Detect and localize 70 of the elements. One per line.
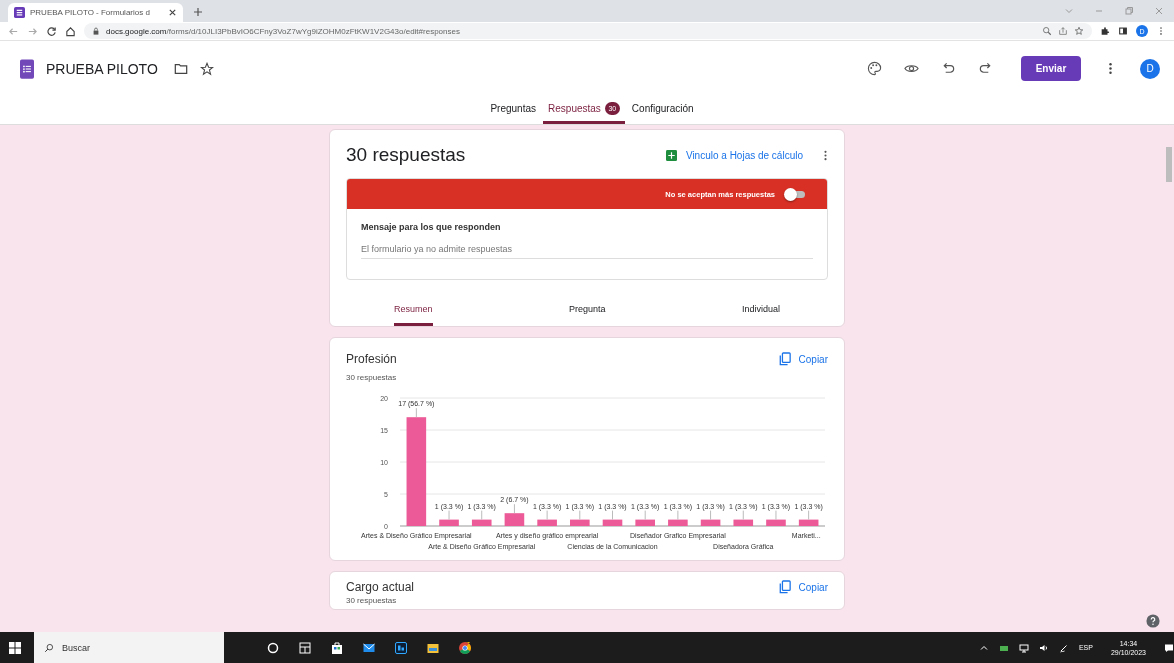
- address-bar[interactable]: docs.google.com/forms/d/10JLI3PbBvIO6CFny3VoZ7wYg9iZOHM0zFtKW1V2G43o/edit#responses: [84, 23, 1092, 39]
- bar: [766, 519, 786, 526]
- tab-title: PRUEBA PILOTO - Formularios d: [30, 8, 151, 17]
- home-icon[interactable]: [65, 25, 76, 37]
- store-icon[interactable]: [330, 640, 344, 655]
- undo-icon[interactable]: [941, 61, 956, 76]
- question-title: Profesión: [346, 352, 397, 366]
- star-icon[interactable]: [199, 61, 214, 76]
- notification-icon[interactable]: [1164, 642, 1174, 653]
- user-avatar[interactable]: D: [1140, 58, 1160, 79]
- spreadsheet-icon[interactable]: [665, 149, 677, 161]
- zoom-icon[interactable]: [1042, 26, 1052, 36]
- help-button[interactable]: [1146, 614, 1160, 628]
- form-tab[interactable]: Preguntas: [485, 96, 542, 124]
- side-panel-icon[interactable]: [1118, 26, 1128, 36]
- taskbar-search-field[interactable]: Buscar: [34, 632, 224, 663]
- puzzle-icon[interactable]: [1100, 26, 1110, 36]
- bar: [700, 519, 721, 526]
- bar: [733, 519, 754, 526]
- forms-icon: [14, 7, 25, 18]
- forms-icon[interactable]: [20, 58, 34, 79]
- form-title[interactable]: PRUEBA PILOTO: [46, 60, 158, 77]
- bar: [602, 519, 623, 526]
- sheets-link[interactable]: Vinculo a Hojas de cálculo: [685, 149, 803, 161]
- bar: [798, 519, 819, 526]
- copy-icon: [778, 352, 791, 366]
- send-button[interactable]: Enviar: [1021, 56, 1081, 81]
- redo-icon[interactable]: [978, 61, 993, 76]
- lock-icon: [92, 27, 100, 35]
- palette-icon[interactable]: [867, 61, 882, 76]
- close-icon[interactable]: [168, 8, 177, 17]
- copy-button[interactable]: Copiar: [778, 580, 828, 594]
- response-count: 30 respuestas: [346, 596, 398, 605]
- copy-button[interactable]: Copiar: [778, 352, 828, 366]
- widgets-icon[interactable]: [298, 640, 312, 655]
- view-tab[interactable]: Resumen: [394, 304, 433, 326]
- bar: [635, 519, 655, 526]
- view-tab[interactable]: Pregunta: [569, 304, 606, 326]
- bar: [537, 519, 557, 526]
- scrollbar-thumb[interactable]: [1166, 147, 1172, 182]
- message-field[interactable]: El formulario ya no admite respuestas: [361, 232, 813, 259]
- bar: [570, 519, 590, 526]
- windows-start-icon[interactable]: [8, 640, 22, 655]
- question-title: Cargo actual: [346, 580, 415, 594]
- response-count: 30 respuestas: [346, 373, 398, 382]
- form-tab[interactable]: Configuración: [626, 96, 699, 124]
- new-tab-icon[interactable]: [193, 7, 203, 17]
- message-label: Mensaje para los que responden: [361, 222, 502, 232]
- browser-tab[interactable]: PRUEBA PILOTO - Formularios d: [8, 3, 183, 22]
- more-icon[interactable]: [823, 148, 828, 162]
- bar: [668, 519, 688, 526]
- chrome-icon[interactable]: [458, 640, 472, 655]
- copy-icon: [778, 580, 791, 594]
- photoshop-icon[interactable]: [394, 640, 408, 655]
- reload-icon[interactable]: [46, 25, 57, 37]
- bar: [471, 519, 492, 526]
- share-icon[interactable]: [1058, 26, 1068, 36]
- folder-icon[interactable]: [173, 61, 188, 76]
- volume-icon[interactable]: [1038, 642, 1049, 653]
- view-tab[interactable]: Individual: [741, 304, 780, 326]
- task-view-icon[interactable]: [266, 640, 280, 655]
- url-text: docs.google.com/forms/d/10JLI3PbBvIO6CFny3VoZ7wYg9iZOHM0zFtKW1V2G43o/edit#responses: [106, 26, 460, 36]
- search-icon: [44, 642, 54, 653]
- star-icon[interactable]: [1074, 26, 1084, 36]
- bar: [504, 513, 525, 526]
- pen-icon[interactable]: [1058, 642, 1069, 653]
- network-icon[interactable]: [1018, 642, 1029, 653]
- bar: [439, 519, 459, 526]
- response-count-title: 30 respuestas: [346, 144, 466, 166]
- accept-toggle[interactable]: [787, 190, 805, 198]
